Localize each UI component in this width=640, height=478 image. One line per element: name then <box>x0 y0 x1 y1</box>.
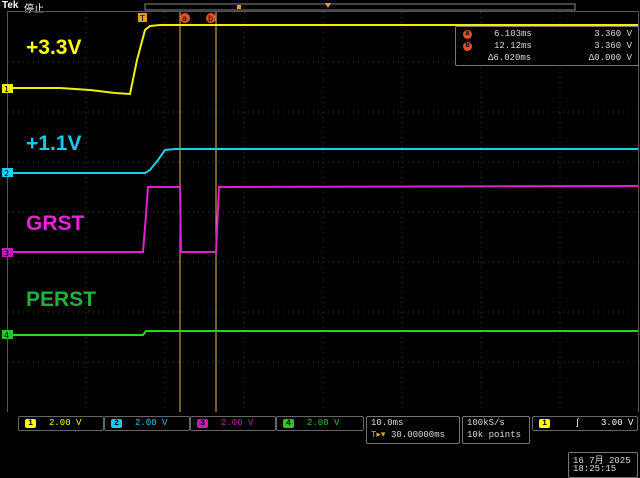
cursor-readout[interactable]: a 6.103ms 3.360 V b 12.12ms 3.360 V Δ6.0… <box>455 26 639 66</box>
ch4-scale: 2.00 V <box>307 418 340 428</box>
cursor-delta-value: Δ0.000 V <box>588 53 632 63</box>
trigger-marker-label: T <box>139 14 145 23</box>
record-window-bar <box>144 3 576 11</box>
acquisition-box[interactable]: 100kS/s 10k points <box>462 416 530 444</box>
cursor-b-time: 12.12ms <box>494 41 532 51</box>
trigger-slope-icon: ∫ <box>575 418 581 428</box>
graticule <box>7 11 639 412</box>
ch4-marker-label: 4 <box>4 331 9 340</box>
datetime-box: 16 7月 2025 18:25:15 <box>568 452 638 478</box>
ch3-scale: 2.00 V <box>221 418 254 428</box>
timebase-scale: 10.0ms <box>371 418 404 428</box>
cursor-row-delta: Δ6.020ms Δ0.000 V <box>456 53 638 65</box>
record-length: 10k points <box>467 430 522 440</box>
ch4-scale-box[interactable]: 4 2.00 V <box>276 416 364 431</box>
cursor-a-time: 6.103ms <box>494 29 532 39</box>
cursor-b-marker-label: b <box>208 14 213 23</box>
label-1v1: +1.1V <box>26 132 82 155</box>
label-perst: PERST <box>26 288 97 311</box>
ch4-badge: 4 <box>283 419 294 428</box>
ch3-badge: 3 <box>197 419 208 428</box>
trigger-level: 3.00 V <box>601 418 634 428</box>
ch2-scale-box[interactable]: 2 2.00 V <box>104 416 190 431</box>
ch1-scale: 2.00 V <box>49 418 82 428</box>
trigger-position-icon: T▸▾ <box>371 430 386 440</box>
label-grst: GRST <box>26 212 85 235</box>
trigger-channel-badge: 1 <box>539 419 550 428</box>
cursor-delta-time: Δ6.020ms <box>488 53 532 63</box>
time: 18:25:15 <box>573 464 617 474</box>
ch3-scale-box[interactable]: 3 2.00 V <box>190 416 276 431</box>
cursor-a-tag: a <box>463 30 472 39</box>
oscilloscope-screen: Tek 停止 1 2 3 4 T a b +3.3V +1.1V GRST PE… <box>0 0 640 478</box>
ch3-marker-label: 3 <box>4 249 9 258</box>
cursor-b-value: 3.360 V <box>594 41 632 51</box>
label-3v3: +3.3V <box>26 36 82 59</box>
record-window-marker <box>237 5 241 9</box>
sample-rate: 100kS/s <box>467 418 505 428</box>
ch1-marker-label: 1 <box>4 85 9 94</box>
ch1-scale-box[interactable]: 1 2.00 V <box>18 416 104 431</box>
trigger-box[interactable]: 1 ∫ 3.00 V <box>532 416 638 431</box>
cursor-b-tag: b <box>463 42 472 51</box>
cursor-a-value: 3.360 V <box>594 29 632 39</box>
ch1-badge: 1 <box>25 419 36 428</box>
cursor-a-marker-label: a <box>182 14 187 23</box>
ch2-scale: 2.00 V <box>135 418 168 428</box>
trigger-position-arrow <box>325 3 331 8</box>
timebase-box[interactable]: 10.0ms T▸▾ 30.00000ms <box>366 416 460 444</box>
cursor-row-b: b 12.12ms 3.360 V <box>456 41 638 53</box>
trigger-position: 30.00000ms <box>391 430 446 440</box>
cursor-row-a: a 6.103ms 3.360 V <box>456 29 638 41</box>
ch2-marker-label: 2 <box>4 169 9 178</box>
ch2-badge: 2 <box>111 419 122 428</box>
